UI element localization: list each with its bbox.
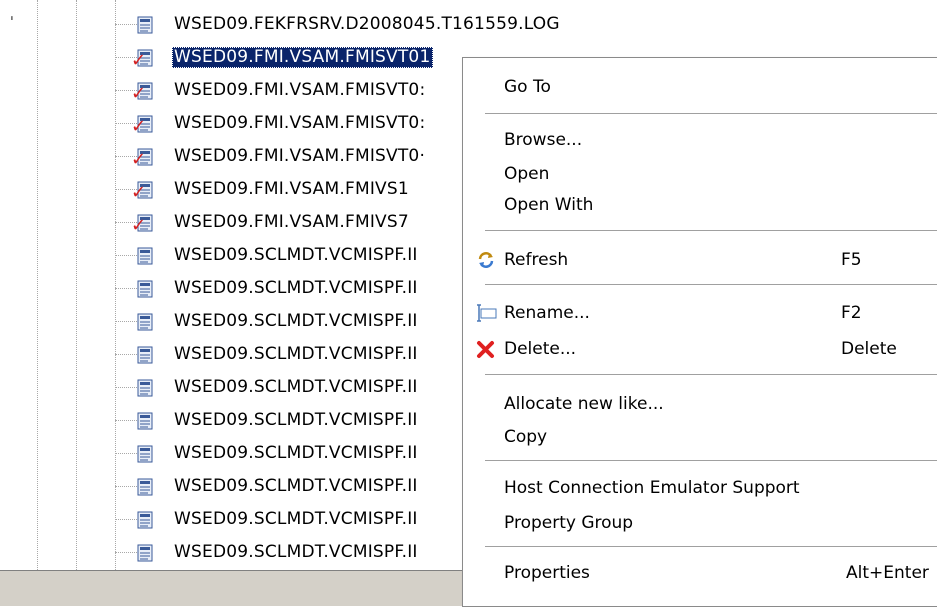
- tree-connector: [115, 519, 137, 520]
- menu-item-label: Copy: [504, 427, 548, 447]
- menu-item-label: Allocate new like...: [504, 394, 664, 414]
- menu-item-shortcut: F5: [841, 250, 862, 270]
- dataset-file-icon: [137, 544, 153, 562]
- tree-row-label: WSED09.FMI.VSAM.FMISVT0:: [174, 113, 426, 133]
- menu-item-browse[interactable]: Browse...: [463, 125, 937, 155]
- menu-item-delete[interactable]: Delete... Delete: [463, 334, 937, 364]
- menu-separator: [485, 546, 937, 548]
- tree-row-label: WSED09.SCLMDT.VCMISPF.II: [174, 245, 418, 265]
- menu-item-go-to[interactable]: Go To: [463, 72, 937, 102]
- tree-row-label: WSED09.FMI.VSAM.FMISVT0·: [174, 146, 426, 166]
- tree-row-label: WSED09.SCLMDT.VCMISPF.II: [174, 344, 418, 364]
- menu-item-shortcut: F2: [841, 303, 862, 323]
- dataset-file-icon: [137, 478, 153, 496]
- dataset-file-icon: [137, 412, 153, 430]
- menu-item-label: Refresh: [504, 250, 569, 270]
- tree-row-label: WSED09.FMI.VSAM.FMISVT01: [172, 47, 434, 68]
- tree-row-label: WSED09.SCLMDT.VCMISPF.II: [174, 377, 418, 397]
- dataset-file-icon: [137, 16, 153, 34]
- tree-row-label: WSED09.SCLMDT.VCMISPF.II: [174, 476, 418, 496]
- tree-connector: [115, 321, 137, 322]
- menu-separator: [485, 374, 937, 376]
- tree-connector: [115, 486, 137, 487]
- menu-item-rename[interactable]: Rename... F2: [463, 298, 937, 328]
- menu-separator: [485, 230, 937, 232]
- refresh-icon: [475, 250, 497, 270]
- menu-item-shortcut: Alt+Enter: [846, 563, 929, 583]
- dataset-file-icon: [137, 511, 153, 529]
- menu-item-label: Property Group: [504, 513, 634, 533]
- menu-item-refresh[interactable]: Refresh F5: [463, 245, 937, 275]
- dataset-file-icon: [137, 280, 153, 298]
- dataset-file-icon: [137, 346, 153, 364]
- menu-item-properties[interactable]: Properties Alt+Enter: [463, 558, 937, 588]
- tree-row-label: WSED09.SCLMDT.VCMISPF.II: [174, 311, 418, 331]
- tree-connector: [115, 552, 137, 553]
- context-menu: Go To Browse... Open Open With Refresh F…: [462, 57, 937, 607]
- delete-icon: [475, 339, 497, 359]
- menu-item-property-group[interactable]: Property Group: [463, 508, 937, 538]
- menu-item-host-connection-emulator-support[interactable]: Host Connection Emulator Support: [463, 473, 937, 503]
- tree-row-label: WSED09.SCLMDT.VCMISPF.II: [174, 542, 418, 562]
- menu-item-shortcut: Delete: [841, 339, 897, 359]
- menu-item-label: Host Connection Emulator Support: [504, 478, 800, 498]
- menu-separator: [485, 460, 937, 462]
- dataset-file-icon: [137, 247, 153, 265]
- menu-separator: [485, 284, 937, 286]
- tree-connector: [115, 288, 137, 289]
- dataset-file-icon: [137, 379, 153, 397]
- menu-item-label: Rename...: [504, 303, 590, 323]
- red-check-icon: ✓: [131, 50, 147, 71]
- tree-connector: [115, 24, 137, 25]
- red-check-icon: ✓: [131, 149, 147, 170]
- menu-item-open-with[interactable]: Open With: [463, 190, 937, 220]
- tree-connector: [115, 453, 137, 454]
- tree-connector: [115, 387, 137, 388]
- dataset-file-icon: [137, 313, 153, 331]
- tree-row-label: WSED09.SCLMDT.VCMISPF.II: [174, 278, 418, 298]
- red-check-icon: ✓: [131, 83, 147, 104]
- tree-row-label: WSED09.SCLMDT.VCMISPF.II: [174, 509, 418, 529]
- tree-row-label: WSED09.FMI.VSAM.FMISVT0:: [174, 80, 426, 100]
- tree-connector: [115, 420, 137, 421]
- rename-icon: [475, 303, 497, 323]
- tree-row-label: WSED09.SCLMDT.VCMISPF.II: [174, 410, 418, 430]
- menu-item-label: Delete...: [504, 339, 577, 359]
- menu-item-label: Properties: [504, 563, 590, 583]
- tree-connector: [115, 354, 137, 355]
- tree-row-label: WSED09.SCLMDT.VCMISPF.II: [174, 443, 418, 463]
- tree-row[interactable]: WSED09.FEKFRSRV.D2008045.T161559.LOG: [0, 11, 937, 38]
- tree-connector: [115, 255, 137, 256]
- menu-item-allocate-new-like[interactable]: Allocate new like...: [463, 389, 937, 419]
- tree-row-label: WSED09.FMI.VSAM.FMIVS1: [174, 179, 409, 199]
- menu-item-label: Go To: [504, 77, 551, 97]
- red-check-icon: ✓: [131, 116, 147, 137]
- dataset-file-icon: [137, 445, 153, 463]
- menu-item-label: Open: [504, 164, 550, 184]
- menu-item-copy[interactable]: Copy: [463, 422, 937, 452]
- tree-row-label: WSED09.FMI.VSAM.FMIVS7: [174, 212, 409, 232]
- red-check-icon: ✓: [131, 182, 147, 203]
- tree-row-label: WSED09.FEKFRSRV.D2008045.T161559.LOG: [174, 14, 560, 34]
- menu-separator: [485, 113, 937, 115]
- menu-item-label: Open With: [504, 195, 594, 215]
- red-check-icon: ✓: [131, 215, 147, 236]
- menu-item-open[interactable]: Open: [463, 159, 937, 189]
- menu-item-label: Browse...: [504, 130, 583, 150]
